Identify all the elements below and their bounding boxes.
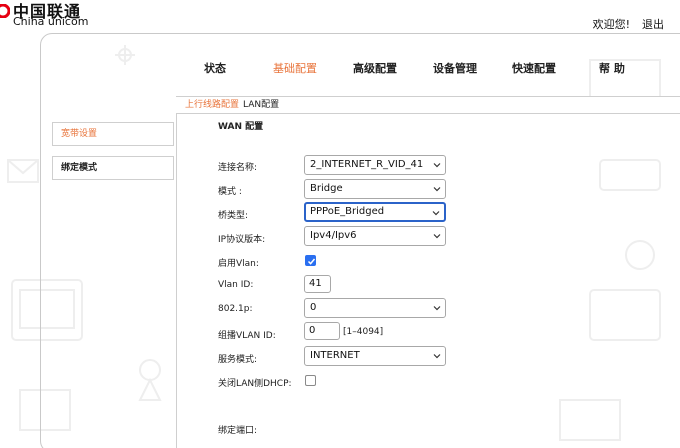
- sidebar-item-binding-mode[interactable]: 绑定模式: [52, 156, 174, 180]
- nav-help[interactable]: 帮 助: [599, 60, 625, 76]
- header-user-area: 欢迎您! 退出: [593, 16, 664, 32]
- checkmark-icon: [307, 258, 316, 265]
- connection-name-label: 连接名称:: [218, 163, 258, 173]
- bridge-type-select[interactable]: PPPoE_Bridged: [304, 202, 446, 222]
- nav-status[interactable]: 状态: [204, 60, 226, 76]
- nav-quick-config[interactable]: 快速配置: [512, 60, 556, 76]
- service-mode-value: INTERNET: [310, 350, 360, 361]
- connection-name-select[interactable]: 2_INTERNET_R_VID_41: [304, 155, 446, 175]
- chevron-down-icon: [432, 211, 440, 216]
- chevron-down-icon: [433, 187, 441, 192]
- breadcrumb: 上行线路配置 LAN配置: [176, 96, 680, 114]
- chevron-down-icon: [433, 163, 441, 168]
- vlan-id-input[interactable]: 41: [304, 275, 331, 293]
- mode-value: Bridge: [310, 183, 343, 194]
- multicast-vlan-input[interactable]: 0: [304, 322, 340, 340]
- bridge-type-value: PPPoE_Bridged: [310, 206, 385, 217]
- brand-name-en: China unicom: [13, 15, 89, 28]
- section-title: WAN 配置: [218, 122, 264, 132]
- enable-vlan-label: 启用Vlan:: [218, 259, 259, 269]
- dot1p-value: 0: [310, 302, 317, 313]
- dot1p-label: 802.1p:: [218, 304, 253, 314]
- enable-vlan-checkbox[interactable]: [305, 255, 316, 266]
- mode-label: 模式 :: [218, 187, 242, 197]
- nav-advanced-config[interactable]: 高级配置: [353, 60, 397, 76]
- disable-lan-dhcp-checkbox[interactable]: [305, 375, 316, 386]
- service-mode-select[interactable]: INTERNET: [304, 346, 446, 366]
- mode-select[interactable]: Bridge: [304, 179, 446, 199]
- nav-device-management[interactable]: 设备管理: [433, 60, 477, 76]
- logout-link[interactable]: 退出: [642, 16, 664, 32]
- ip-version-value: Ipv4/Ipv6: [310, 230, 357, 241]
- chevron-down-icon: [433, 354, 441, 359]
- connection-name-value: 2_INTERNET_R_VID_41: [310, 159, 424, 170]
- chevron-down-icon: [433, 306, 441, 311]
- dot1p-select[interactable]: 0: [304, 298, 446, 318]
- nav-basic-config[interactable]: 基础配置: [273, 60, 317, 76]
- breadcrumb-uplink-config[interactable]: 上行线路配置: [185, 100, 239, 110]
- vlan-id-label: Vlan ID:: [218, 280, 254, 290]
- welcome-text: 欢迎您!: [592, 18, 630, 31]
- main-nav: 状态 基础配置 高级配置 设备管理 快速配置 帮 助: [0, 60, 680, 76]
- service-mode-label: 服务模式:: [218, 355, 258, 365]
- sidebar-item-broadband[interactable]: 宽带设置: [52, 122, 174, 146]
- bind-port-label: 绑定端口:: [218, 426, 258, 436]
- bridge-type-label: 桥类型:: [218, 211, 249, 221]
- unicom-knot-icon: [0, 4, 10, 18]
- ip-version-select[interactable]: Ipv4/Ipv6: [304, 226, 446, 246]
- chevron-down-icon: [433, 234, 441, 239]
- breadcrumb-lan-config: LAN配置: [243, 100, 280, 110]
- multicast-vlan-label: 组播VLAN ID:: [218, 331, 276, 341]
- ip-version-label: IP协议版本:: [218, 235, 266, 245]
- disable-lan-dhcp-label: 关闭LAN侧DHCP:: [218, 379, 292, 389]
- content-divider: [176, 114, 177, 448]
- multicast-vlan-range-hint: [1–4094]: [343, 327, 384, 337]
